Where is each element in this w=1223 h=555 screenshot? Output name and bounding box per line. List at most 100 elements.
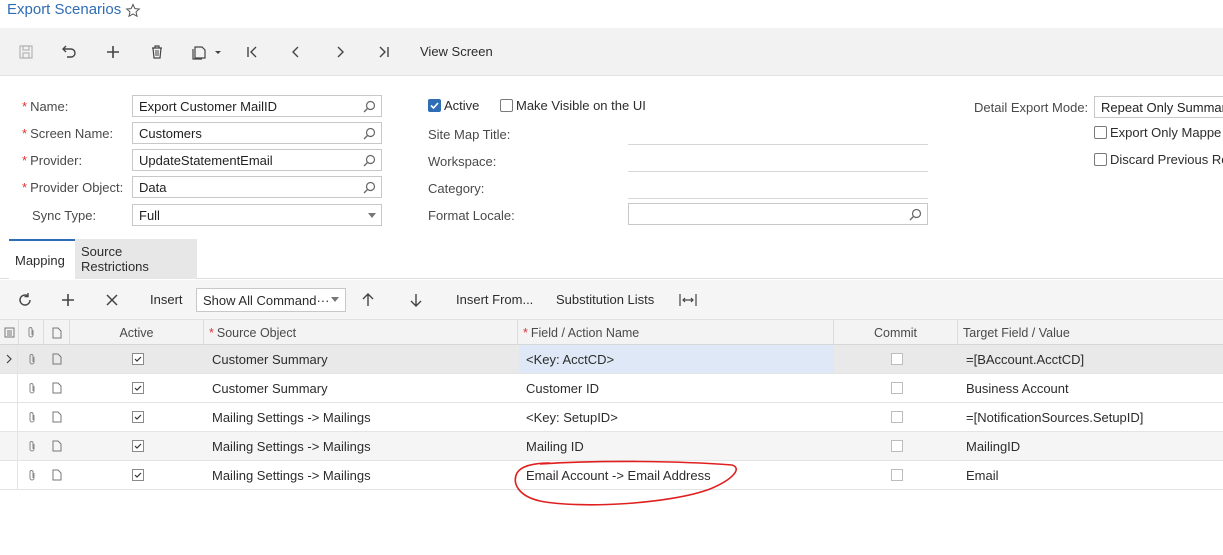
workspace-field[interactable] bbox=[628, 171, 928, 172]
page-title: Export Scenarios bbox=[7, 1, 122, 18]
table-row[interactable]: Mailing Settings -> Mailings Email Accou… bbox=[0, 461, 1223, 490]
field-action-cell[interactable]: <Key: SetupID> bbox=[526, 403, 618, 431]
source-object-cell[interactable]: Customer Summary bbox=[212, 374, 328, 402]
grid-toolbar: Insert Show All Command··· Insert From..… bbox=[0, 280, 1223, 320]
active-checkbox[interactable] bbox=[132, 432, 144, 460]
insert-button[interactable]: Insert bbox=[150, 292, 183, 307]
attachment-icon[interactable] bbox=[27, 403, 37, 431]
target-field-cell[interactable]: =[BAccount.AcctCD] bbox=[966, 345, 1084, 373]
move-up-icon[interactable] bbox=[361, 290, 375, 310]
table-row[interactable]: Customer Summary Customer ID Business Ac… bbox=[0, 374, 1223, 403]
commit-checkbox[interactable] bbox=[891, 345, 903, 373]
site-map-title-field[interactable] bbox=[628, 144, 928, 145]
active-checkbox[interactable] bbox=[132, 345, 144, 373]
search-icon[interactable] bbox=[363, 154, 376, 167]
tab-bar: Mapping Source Restrictions bbox=[0, 239, 1223, 279]
target-field-cell[interactable]: =[NotificationSources.SetupID] bbox=[966, 403, 1143, 431]
note-icon[interactable] bbox=[52, 461, 62, 489]
move-down-icon[interactable] bbox=[409, 290, 423, 310]
insert-from-button[interactable]: Insert From... bbox=[456, 292, 533, 307]
screen-name-label: * Screen Name: bbox=[22, 126, 114, 141]
save-icon[interactable] bbox=[16, 42, 36, 62]
copy-paste-icon[interactable] bbox=[190, 42, 226, 62]
target-field-cell[interactable]: Email bbox=[966, 461, 999, 489]
commit-checkbox[interactable] bbox=[891, 432, 903, 460]
field-action-column-header[interactable]: * Field / Action Name bbox=[518, 320, 834, 345]
last-record-icon[interactable] bbox=[374, 42, 394, 62]
note-icon[interactable] bbox=[52, 345, 62, 373]
table-row[interactable]: Mailing Settings -> Mailings <Key: Setup… bbox=[0, 403, 1223, 432]
table-row[interactable]: Customer Summary <Key: AcctCD> =[BAccoun… bbox=[0, 345, 1223, 374]
make-visible-checkbox[interactable] bbox=[500, 99, 513, 112]
delete-row-icon[interactable] bbox=[105, 290, 119, 310]
commit-checkbox[interactable] bbox=[891, 461, 903, 489]
field-action-cell[interactable]: Customer ID bbox=[526, 374, 599, 402]
next-record-icon[interactable] bbox=[330, 42, 350, 62]
source-object-cell[interactable]: Mailing Settings -> Mailings bbox=[212, 461, 371, 489]
provider-object-label: * Provider Object: bbox=[22, 180, 124, 195]
active-column-header[interactable]: Active bbox=[70, 320, 204, 345]
dropdown-arrow-icon[interactable] bbox=[368, 213, 376, 218]
add-row-icon[interactable] bbox=[60, 290, 76, 310]
target-field-column-header[interactable]: Target Field / Value bbox=[958, 320, 1223, 345]
first-record-icon[interactable] bbox=[242, 42, 262, 62]
current-row-arrow-icon bbox=[6, 345, 12, 373]
attachment-icon[interactable] bbox=[27, 374, 37, 402]
delete-icon[interactable] bbox=[147, 42, 167, 62]
attachment-icon[interactable] bbox=[27, 432, 37, 460]
export-only-mapped-label: Export Only Mappe bbox=[1110, 125, 1222, 140]
active-checkbox[interactable] bbox=[132, 403, 144, 431]
detail-export-mode-select[interactable]: Repeat Only Summar bbox=[1094, 96, 1223, 118]
source-object-cell[interactable]: Mailing Settings -> Mailings bbox=[212, 432, 371, 460]
export-only-mapped-checkbox[interactable] bbox=[1094, 126, 1107, 139]
discard-previous-label: Discard Previous Re bbox=[1110, 152, 1223, 167]
commit-checkbox[interactable] bbox=[891, 403, 903, 431]
note-icon[interactable] bbox=[52, 432, 62, 460]
source-object-cell[interactable]: Customer Summary bbox=[212, 345, 328, 373]
target-field-cell[interactable]: Business Account bbox=[966, 374, 1069, 402]
name-field[interactable]: Export Customer MailID bbox=[132, 95, 382, 117]
search-icon[interactable] bbox=[909, 208, 922, 221]
substitution-lists-button[interactable]: Substitution Lists bbox=[556, 292, 654, 307]
note-icon[interactable] bbox=[52, 403, 62, 431]
tab-source-restrictions[interactable]: Source Restrictions bbox=[75, 239, 197, 279]
field-action-cell[interactable]: <Key: AcctCD> bbox=[519, 345, 834, 373]
grid-header: Active * Source Object * Field / Action Na… bbox=[0, 320, 1223, 345]
active-checkbox[interactable] bbox=[132, 461, 144, 489]
fit-columns-icon[interactable] bbox=[679, 290, 697, 310]
previous-record-icon[interactable] bbox=[286, 42, 306, 62]
provider-object-field[interactable]: Data bbox=[132, 176, 382, 198]
commit-column-header[interactable]: Commit bbox=[834, 320, 958, 345]
active-checkbox[interactable] bbox=[132, 374, 144, 402]
field-action-cell[interactable]: Mailing ID bbox=[526, 432, 584, 460]
format-locale-field[interactable] bbox=[628, 203, 928, 225]
attachment-icon[interactable] bbox=[27, 345, 37, 373]
commit-checkbox[interactable] bbox=[891, 374, 903, 402]
favorite-star-icon[interactable] bbox=[125, 3, 141, 19]
target-field-cell[interactable]: MailingID bbox=[966, 432, 1020, 460]
tab-mapping[interactable]: Mapping bbox=[9, 239, 75, 279]
refresh-icon[interactable] bbox=[17, 290, 33, 310]
show-all-commands-select[interactable]: Show All Command··· bbox=[196, 288, 346, 312]
search-icon[interactable] bbox=[363, 181, 376, 194]
search-icon[interactable] bbox=[363, 127, 376, 140]
view-screen-button[interactable]: View Screen bbox=[420, 44, 493, 59]
source-object-cell[interactable]: Mailing Settings -> Mailings bbox=[212, 403, 371, 431]
source-object-column-header[interactable]: * Source Object bbox=[204, 320, 518, 345]
attachment-icon[interactable] bbox=[27, 461, 37, 489]
field-action-cell[interactable]: Email Account -> Email Address bbox=[526, 461, 711, 489]
dropdown-arrow-icon[interactable] bbox=[331, 297, 339, 302]
row-selector-icon[interactable] bbox=[0, 320, 19, 345]
provider-field[interactable]: UpdateStatementEmail bbox=[132, 149, 382, 171]
active-checkbox[interactable] bbox=[428, 99, 441, 112]
screen-name-field[interactable]: Customers bbox=[132, 122, 382, 144]
discard-previous-checkbox[interactable] bbox=[1094, 153, 1107, 166]
table-row[interactable]: Mailing Settings -> Mailings Mailing ID … bbox=[0, 432, 1223, 461]
note-icon[interactable] bbox=[52, 374, 62, 402]
sync-type-select[interactable]: Full bbox=[132, 204, 382, 226]
undo-icon[interactable] bbox=[58, 42, 80, 62]
add-icon[interactable] bbox=[103, 42, 123, 62]
category-field[interactable] bbox=[628, 198, 928, 199]
active-label: Active bbox=[444, 98, 480, 113]
search-icon[interactable] bbox=[363, 100, 376, 113]
